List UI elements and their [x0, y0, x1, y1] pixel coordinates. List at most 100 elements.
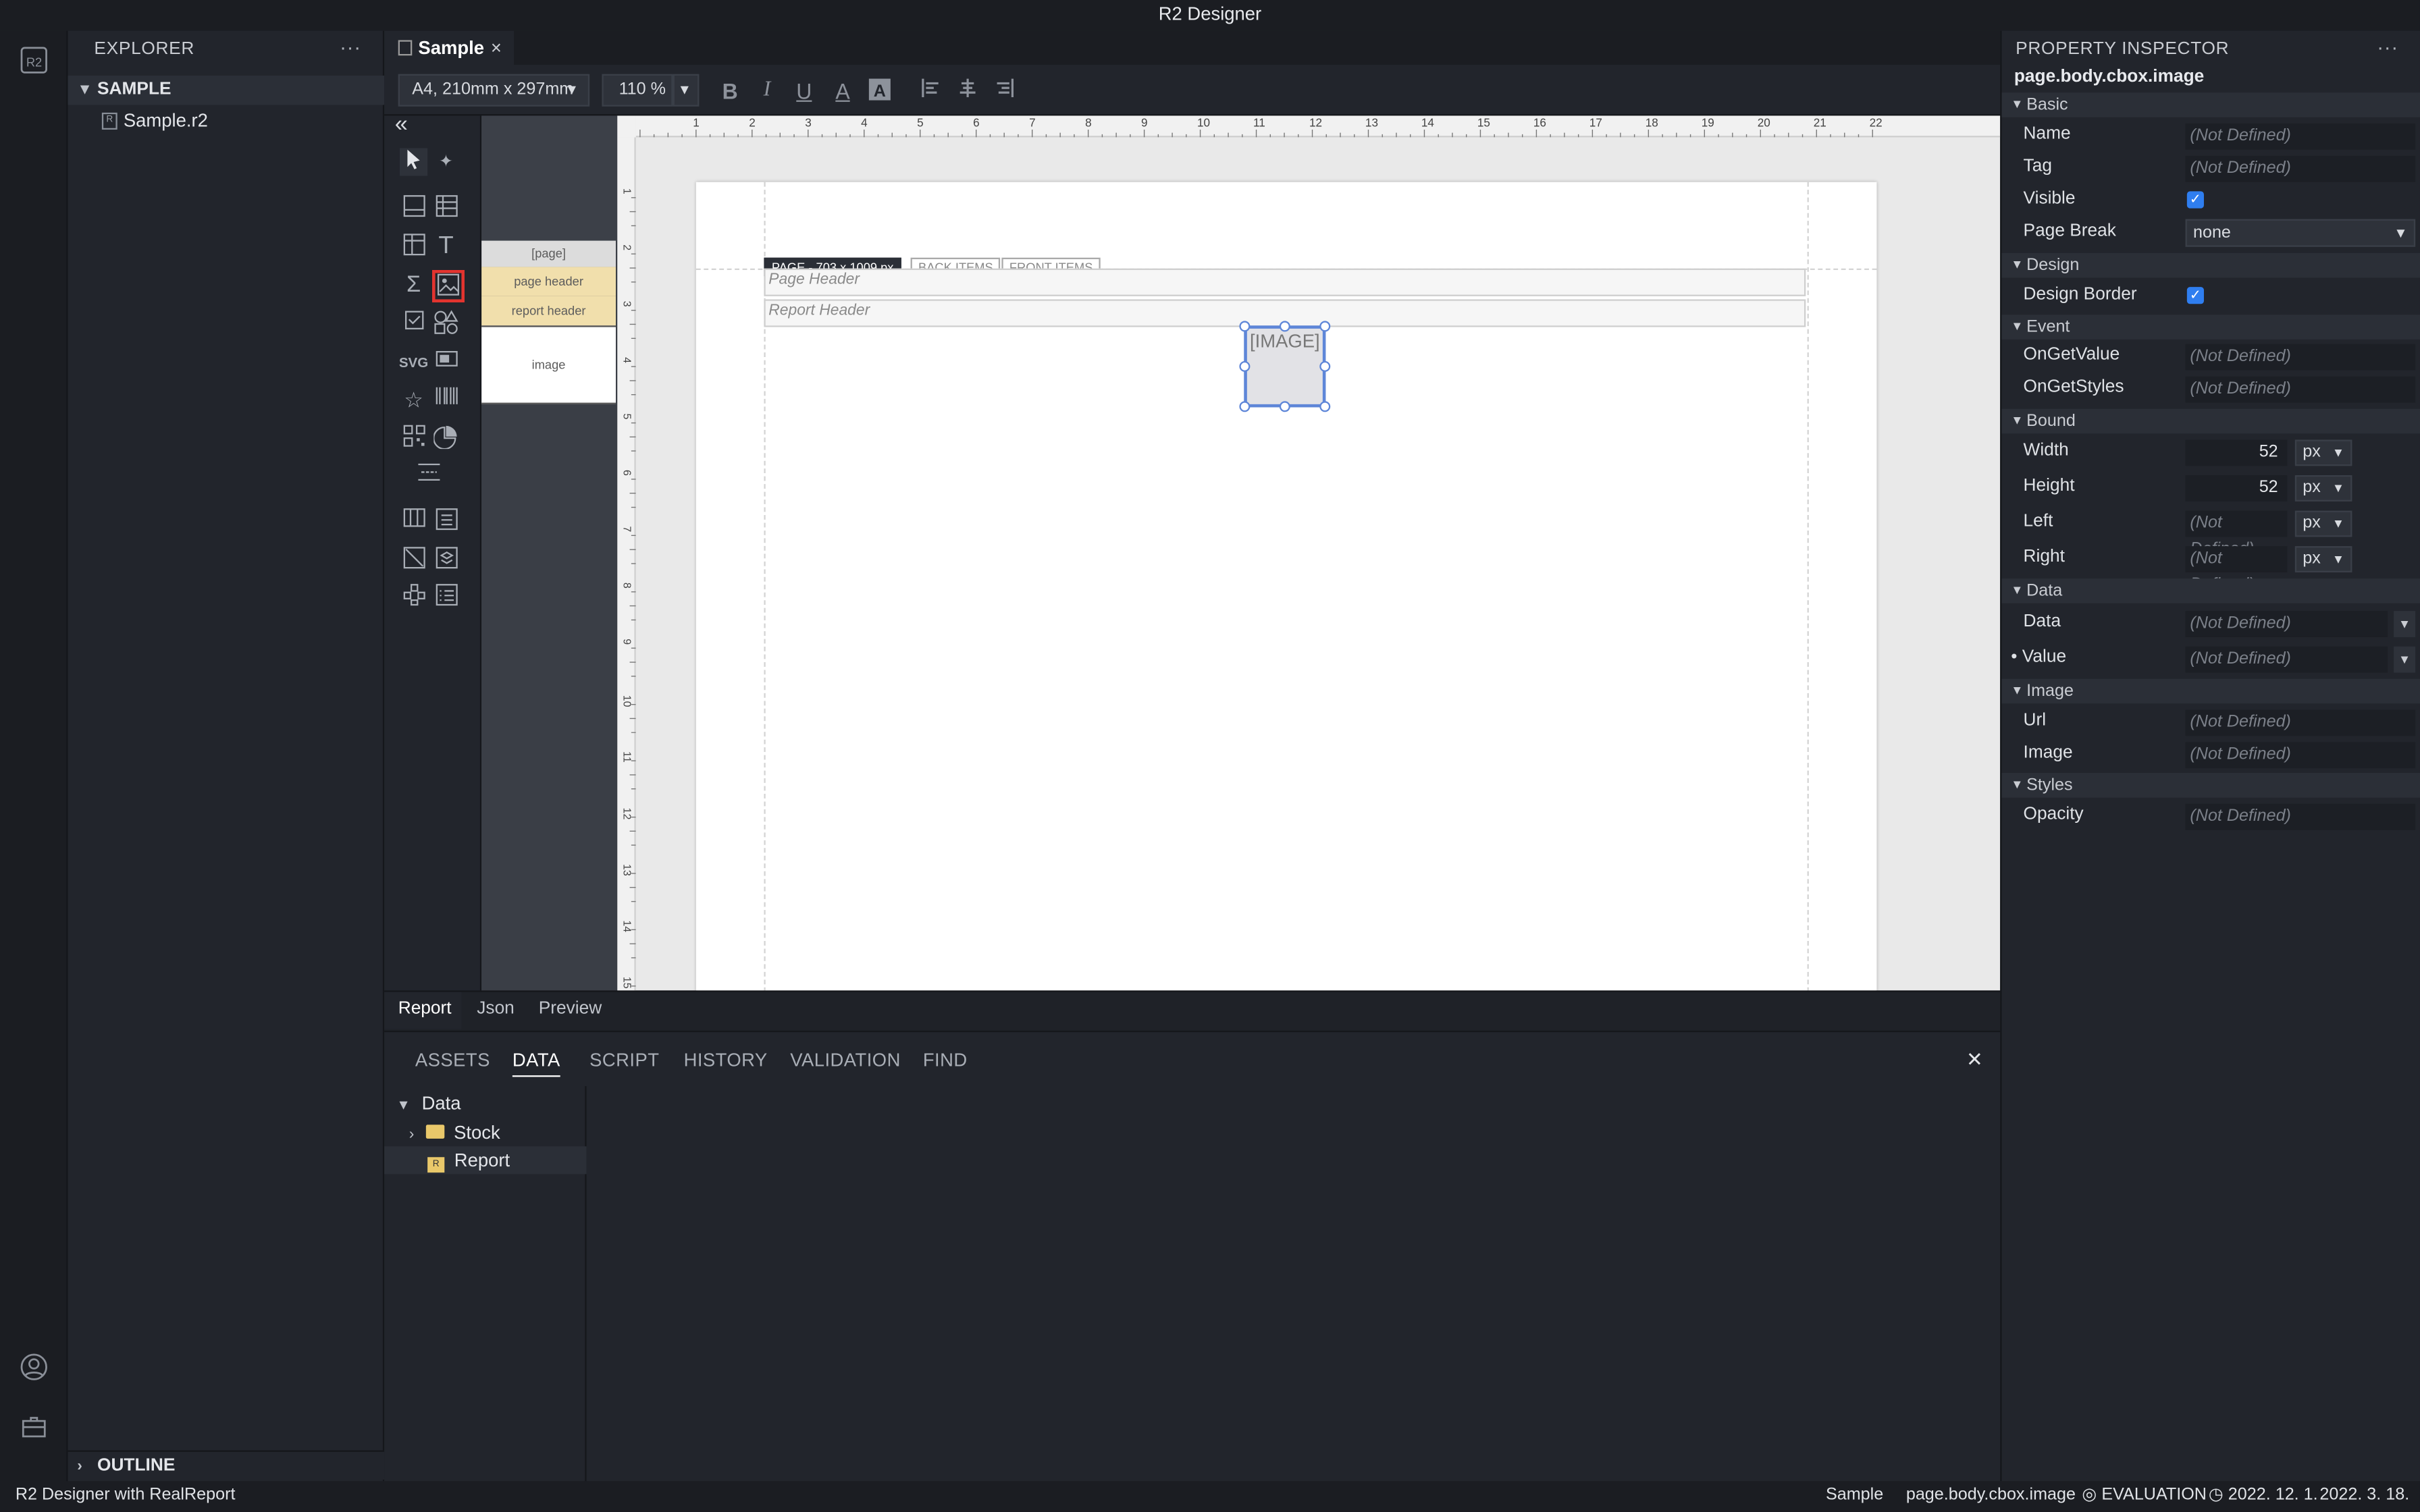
prop-left-unit-select[interactable]: px ▼: [2294, 510, 2352, 537]
view-tab-json[interactable]: Json: [477, 992, 515, 1029]
editor-tab-sample[interactable]: Sample ×: [384, 30, 515, 65]
prop-tag-input[interactable]: (Not Defined): [2185, 155, 2416, 182]
page-size-select[interactable]: A4, 210mm x 297mm ▼: [398, 74, 590, 107]
section-design[interactable]: ▼ Design: [2001, 252, 2420, 278]
section-styles[interactable]: ▼ Styles: [2001, 773, 2420, 798]
column-layout-icon[interactable]: [400, 508, 427, 535]
prop-ongetvalue-input[interactable]: (Not Defined): [2185, 344, 2416, 371]
collapse-palette-icon[interactable]: «: [388, 111, 415, 139]
prop-value-dropdown-icon[interactable]: ▼: [2394, 646, 2416, 673]
line-tool-icon[interactable]: [400, 546, 427, 574]
prop-width-input[interactable]: 52: [2185, 439, 2288, 466]
svg-tool-icon[interactable]: SVG: [396, 349, 430, 377]
section-bound[interactable]: ▼ Bound: [2001, 408, 2420, 434]
font-color-icon[interactable]: A: [828, 77, 856, 105]
image-element[interactable]: [IMAGE]: [1244, 325, 1326, 408]
view-tab-preview[interactable]: Preview: [539, 992, 602, 1029]
prop-data-dropdown-icon[interactable]: ▼: [2394, 611, 2416, 637]
zoom-select[interactable]: 110 %: [602, 74, 673, 107]
prop-visible-checkbox[interactable]: ✓: [2186, 191, 2204, 209]
section-basic[interactable]: ▼ Basic: [2001, 92, 2420, 117]
select-tool-icon[interactable]: [399, 148, 428, 176]
tab-data[interactable]: DATA: [512, 1049, 560, 1077]
chart-tool-icon[interactable]: [432, 425, 460, 452]
separator-tool-icon[interactable]: [415, 461, 443, 489]
resize-handle-s[interactable]: [1279, 401, 1290, 412]
prop-height-unit-select[interactable]: px ▼: [2294, 475, 2352, 502]
tab-script[interactable]: SCRIPT: [589, 1049, 659, 1071]
outline-section[interactable]: › OUTLINE: [68, 1450, 385, 1480]
inspector-more-icon[interactable]: ···: [2377, 31, 2398, 65]
report-canvas[interactable]: 1 2 3 4 5 6 7 8 9 10 11 12 13 14 15 16 17 18 19 20 21 22 1234…: [617, 115, 2001, 991]
layers-tool-icon[interactable]: [432, 546, 460, 574]
prop-right-input[interactable]: (Not Defined): [2185, 546, 2288, 594]
resize-handle-sw[interactable]: [1239, 401, 1251, 412]
shapes-tool-icon[interactable]: [432, 310, 460, 338]
band-page[interactable]: [page]: [481, 240, 616, 267]
data-tree-stock[interactable]: › Stock: [409, 1118, 500, 1146]
underline-icon[interactable]: U: [790, 77, 818, 105]
prop-left-input[interactable]: (Not Defined): [2185, 510, 2288, 558]
view-tab-report[interactable]: Report: [384, 992, 462, 1029]
band-report-header[interactable]: report header: [481, 296, 616, 326]
image-tool-icon[interactable]: [431, 269, 465, 302]
prop-ongetstyles-input[interactable]: (Not Defined): [2185, 376, 2416, 403]
status-license[interactable]: ◎ EVALUATION: [2082, 1481, 2207, 1510]
tab-find[interactable]: FIND: [923, 1049, 968, 1071]
prop-design-border-checkbox[interactable]: ✓: [2186, 287, 2204, 304]
prop-value-input[interactable]: (Not Defined): [2185, 646, 2388, 673]
section-image[interactable]: ▼ Image: [2001, 678, 2420, 704]
resize-handle-e[interactable]: [1319, 360, 1331, 372]
prop-opacity-input[interactable]: (Not Defined): [2185, 803, 2416, 830]
tab-history[interactable]: HISTORY: [684, 1049, 768, 1071]
explorer-section-sample[interactable]: ▼ SAMPLE: [68, 75, 385, 105]
resize-handle-n[interactable]: [1279, 321, 1290, 332]
prop-width-unit-select[interactable]: px ▼: [2294, 439, 2352, 466]
band-tool-icon[interactable]: [400, 194, 427, 222]
table-icon[interactable]: [400, 233, 427, 261]
star-tool-icon[interactable]: ☆: [400, 385, 427, 413]
table-band-icon[interactable]: [432, 194, 460, 222]
data-tree-report[interactable]: R Report: [384, 1146, 587, 1174]
resize-handle-nw[interactable]: [1239, 321, 1251, 332]
row-layout-icon[interactable]: [432, 508, 460, 535]
status-file[interactable]: Sample: [1826, 1481, 1883, 1510]
align-left-icon[interactable]: [917, 77, 945, 105]
align-center-icon[interactable]: [954, 77, 982, 105]
band-page-header[interactable]: page header: [481, 267, 616, 296]
band-image[interactable]: image: [481, 325, 616, 404]
page-header-band[interactable]: Page Header: [764, 268, 1806, 296]
barcode-tool-icon[interactable]: [432, 385, 460, 413]
resize-handle-w[interactable]: [1239, 360, 1251, 372]
prop-url-input[interactable]: (Not Defined): [2185, 709, 2416, 736]
tab-validation[interactable]: VALIDATION: [790, 1049, 901, 1071]
background-color-icon[interactable]: A: [866, 77, 893, 105]
prop-height-input[interactable]: 52: [2185, 475, 2288, 502]
summary-tool-icon[interactable]: Σ: [400, 271, 427, 299]
zoom-dropdown-button[interactable]: ▼: [673, 74, 700, 107]
resize-handle-se[interactable]: [1319, 401, 1331, 412]
tab-assets[interactable]: ASSETS: [415, 1049, 490, 1071]
section-data[interactable]: ▼ Data: [2001, 578, 2420, 603]
italic-icon[interactable]: I: [753, 77, 781, 105]
explorer-file-item[interactable]: R Sample.r2: [99, 107, 208, 134]
data-tree-root[interactable]: ▼ Data: [396, 1089, 461, 1117]
account-icon[interactable]: [18, 1351, 49, 1382]
explorer-more-icon[interactable]: ···: [340, 31, 361, 65]
prop-data-input[interactable]: (Not Defined): [2185, 611, 2388, 637]
magic-select-icon[interactable]: ✦: [432, 148, 460, 176]
bold-icon[interactable]: B: [716, 77, 744, 105]
list-tool-icon[interactable]: [432, 583, 460, 611]
prop-image-input[interactable]: (Not Defined): [2185, 742, 2416, 769]
package-icon[interactable]: [18, 1411, 49, 1442]
checkbox-tool-icon[interactable]: [400, 310, 427, 338]
close-panel-icon[interactable]: ✕: [1966, 1048, 1983, 1073]
prop-name-input[interactable]: (Not Defined): [2185, 123, 2416, 150]
resize-handle-ne[interactable]: [1319, 321, 1331, 332]
prop-right-unit-select[interactable]: px ▼: [2294, 546, 2352, 572]
align-right-icon[interactable]: [991, 77, 1018, 105]
close-tab-icon[interactable]: ×: [491, 31, 502, 65]
report-page[interactable]: PAGE - 703 x 1009 px BACK ITEMS FRONT IT…: [695, 182, 1877, 991]
qrcode-tool-icon[interactable]: [400, 425, 427, 452]
text-tool-icon[interactable]: T: [432, 233, 460, 261]
